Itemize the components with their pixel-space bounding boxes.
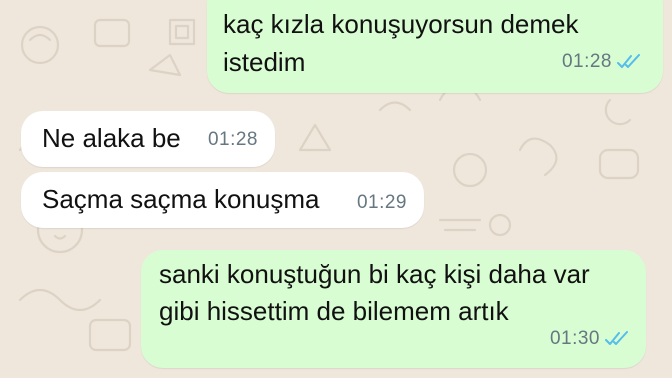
- message-timestamp: 01:30: [549, 328, 600, 349]
- message-text-line: istedim: [223, 47, 306, 77]
- double-check-read-icon: [617, 54, 640, 68]
- message-timestamp: 01:29: [356, 192, 407, 213]
- message-text-line: Ne alaka be: [42, 123, 181, 153]
- message-meta: 01:29: [357, 184, 407, 222]
- message-timestamp: 01:28: [207, 129, 258, 150]
- outgoing-message-bubble[interactable]: sanki konuştuğun bi kaç kişi daha var gi…: [141, 250, 646, 368]
- incoming-message-bubble[interactable]: Saçma saçma konuşma 01:29: [21, 172, 424, 228]
- message-text-line: sanki konuştuğun bi kaç kişi daha var: [159, 259, 590, 289]
- message-meta: 01:28: [208, 121, 258, 159]
- message-meta: 01:28: [562, 43, 641, 81]
- message-text-line: gibi hissettim de bilemem artık: [159, 296, 509, 326]
- message-text-line: kaç kızla konuşuyorsun demek: [223, 9, 579, 39]
- outgoing-message-bubble[interactable]: kaç kızla konuşuyorsun demek istedim 01:…: [207, 0, 663, 93]
- message-text-line: Saçma saçma konuşma: [42, 184, 320, 214]
- double-check-read-icon: [605, 331, 628, 345]
- incoming-message-bubble[interactable]: Ne alaka be 01:28: [21, 111, 275, 167]
- message-timestamp: 01:28: [561, 51, 612, 72]
- message-meta: 01:30: [550, 320, 629, 358]
